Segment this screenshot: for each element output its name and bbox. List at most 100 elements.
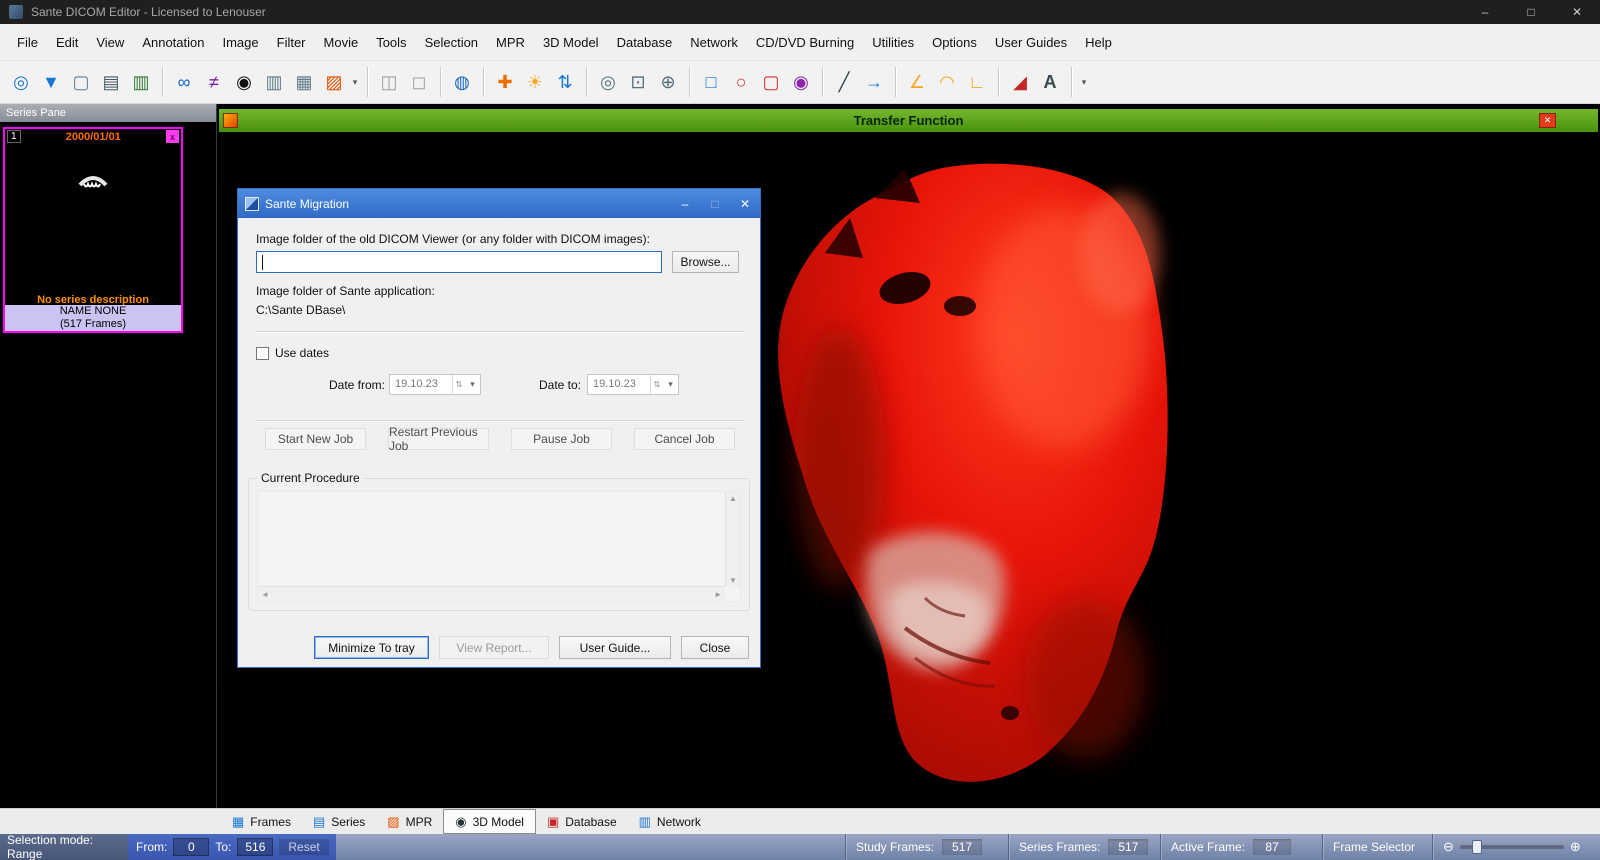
menu-item-network[interactable]: Network — [681, 24, 747, 61]
unlink-series-icon[interactable]: ≠ — [199, 66, 229, 98]
procedure-log-area[interactable]: ▲ ▼ ◄ ► — [257, 491, 741, 602]
series-thumbnail[interactable]: 1 2000/01/01 x No series description NAM… — [3, 127, 183, 333]
globe-icon[interactable]: ◍ — [447, 66, 477, 98]
close-button[interactable]: Close — [681, 636, 749, 659]
pan-icon[interactable]: ✚ — [490, 66, 520, 98]
dialog-title-bar[interactable]: Sante Migration – □ ✕ — [238, 189, 760, 218]
tab-3d-model[interactable]: ◉ 3D Model — [443, 809, 536, 834]
ellipse-roi-icon[interactable]: ○ — [726, 66, 756, 98]
user-guide-button[interactable]: User Guide... — [559, 636, 671, 659]
arrow-tool-icon[interactable]: → — [859, 66, 889, 98]
menu-item-mpr[interactable]: MPR — [487, 24, 534, 61]
tab-series[interactable]: ▤ Series — [302, 809, 376, 834]
dialog-close-button[interactable]: ✕ — [730, 189, 760, 218]
menu-item-tools[interactable]: Tools — [367, 24, 415, 61]
menu-item-cddvd-burning[interactable]: CD/DVD Burning — [747, 24, 863, 61]
line-tool-icon[interactable]: ╱ — [829, 66, 859, 98]
start-new-job-button[interactable]: Start New Job — [265, 428, 366, 450]
rect-roi-icon[interactable]: ▢ — [756, 66, 786, 98]
frame-slider-thumb[interactable] — [1471, 840, 1482, 854]
dialog-minimize-button[interactable]: – — [670, 189, 700, 218]
menu-item-movie[interactable]: Movie — [315, 24, 368, 61]
zoom-region-icon[interactable]: ⊡ — [623, 66, 653, 98]
color-wheel-icon[interactable]: ◉ — [786, 66, 816, 98]
angle-tool-icon[interactable]: ∠ — [902, 66, 932, 98]
new-study-icon[interactable]: ▢ — [66, 66, 96, 98]
tile-view-icon[interactable]: ◫ — [374, 66, 404, 98]
full-screen-icon[interactable]: ◻ — [404, 66, 434, 98]
dialog-body: Image folder of the old DICOM Viewer (or… — [238, 218, 760, 668]
corner-tool-icon[interactable]: ∟ — [962, 66, 992, 98]
menu-item-image[interactable]: Image — [213, 24, 267, 61]
tab-network[interactable]: ▥ Network — [628, 809, 712, 834]
brightness-icon[interactable]: ☀ — [520, 66, 550, 98]
menu-item-filter[interactable]: Filter — [268, 24, 315, 61]
browse-button[interactable]: Browse... — [672, 251, 739, 273]
menu-item-database[interactable]: Database — [608, 24, 682, 61]
shutter-icon[interactable]: ◉ — [229, 66, 259, 98]
horizontal-scrollbar[interactable]: ◄ ► — [258, 586, 725, 601]
date-from-spinner-icon[interactable]: ⇅ — [452, 375, 465, 394]
frame-slider-track[interactable] — [1459, 840, 1564, 854]
date-from-dropdown-icon[interactable]: ▾ — [465, 375, 480, 394]
reset-button[interactable]: Reset — [279, 839, 329, 855]
date-to-spinner-icon[interactable]: ⇅ — [650, 375, 663, 394]
menu-item-3d-model[interactable]: 3D Model — [534, 24, 608, 61]
menu-item-options[interactable]: Options — [923, 24, 986, 61]
tab-frames[interactable]: ▦ Frames — [221, 809, 302, 834]
toolbar-overflow-icon[interactable]: ▾ — [1078, 66, 1090, 98]
transfer-function-close-button[interactable]: ✕ — [1539, 113, 1556, 128]
menu-item-view[interactable]: View — [87, 24, 133, 61]
menu-item-annotation[interactable]: Annotation — [133, 24, 213, 61]
print-icon[interactable]: ▤ — [96, 66, 126, 98]
save-study-icon[interactable]: ▼ — [36, 66, 66, 98]
menu-item-utilities[interactable]: Utilities — [863, 24, 923, 61]
zoom-icon[interactable]: ◎ — [593, 66, 623, 98]
minimize-to-tray-button[interactable]: Minimize To tray — [314, 636, 429, 659]
window-maximize-button[interactable]: □ — [1508, 0, 1554, 24]
tab-mpr[interactable]: ▨ MPR — [376, 809, 443, 834]
old-folder-input[interactable] — [257, 252, 661, 272]
window-close-button[interactable]: ✕ — [1554, 0, 1600, 24]
view-report-button[interactable]: View Report... — [439, 636, 549, 659]
curve-tool-icon[interactable]: ◠ — [932, 66, 962, 98]
text-tool-icon[interactable]: A — [1035, 66, 1065, 98]
scroll-up-icon[interactable]: ▲ — [729, 494, 737, 503]
palette-dropdown-icon[interactable]: ▾ — [349, 66, 361, 98]
scroll-right-icon[interactable]: ► — [714, 590, 722, 599]
image-matrix-icon[interactable]: ▦ — [289, 66, 319, 98]
slider-minus-icon[interactable]: ⊖ — [1443, 839, 1454, 855]
window-minimize-button[interactable]: – — [1462, 0, 1508, 24]
export-icon[interactable]: ▥ — [126, 66, 156, 98]
date-to-dropdown-icon[interactable]: ▾ — [663, 375, 678, 394]
eraser-icon[interactable]: ◢ — [1005, 66, 1035, 98]
vertical-scrollbar[interactable]: ▲ ▼ — [725, 492, 740, 587]
pause-job-button[interactable]: Pause Job — [511, 428, 612, 450]
cancel-job-button[interactable]: Cancel Job — [634, 428, 735, 450]
scroll-down-icon[interactable]: ▼ — [729, 576, 737, 585]
menu-item-selection[interactable]: Selection — [416, 24, 487, 61]
date-from-picker[interactable]: 19.10.23 ⇅ ▾ — [389, 374, 481, 395]
series-close-button[interactable]: x — [166, 130, 179, 143]
menu-item-file[interactable]: File — [8, 24, 47, 61]
date-to-picker[interactable]: 19.10.23 ⇅ ▾ — [587, 374, 679, 395]
menu-item-help[interactable]: Help — [1076, 24, 1121, 61]
menu-item-user-guides[interactable]: User Guides — [986, 24, 1076, 61]
window-level-icon[interactable]: ▥ — [259, 66, 289, 98]
series-pane-header: Series Pane — [0, 104, 216, 122]
menu-item-edit[interactable]: Edit — [47, 24, 87, 61]
view-tab-bar: ▦ Frames ▤ Series ▨ MPR ◉ 3D Model ▣ Dat… — [0, 808, 1600, 834]
active-frame-label: Active Frame: — [1171, 840, 1246, 854]
link-series-icon[interactable]: ∞ — [169, 66, 199, 98]
tab-database[interactable]: ▣ Database — [536, 809, 628, 834]
open-study-icon[interactable]: ◎ — [6, 66, 36, 98]
slider-plus-icon[interactable]: ⊕ — [1570, 839, 1581, 855]
scroll-frames-icon[interactable]: ⇅ — [550, 66, 580, 98]
scroll-left-icon[interactable]: ◄ — [261, 590, 269, 599]
zoom-in-icon[interactable]: ⊕ — [653, 66, 683, 98]
palette-icon[interactable]: ▨ — [319, 66, 349, 98]
use-dates-checkbox[interactable] — [256, 346, 269, 360]
restart-previous-job-button[interactable]: Restart Previous Job — [388, 425, 489, 453]
dialog-maximize-button[interactable]: □ — [700, 189, 730, 218]
rect-select-icon[interactable]: □ — [696, 66, 726, 98]
